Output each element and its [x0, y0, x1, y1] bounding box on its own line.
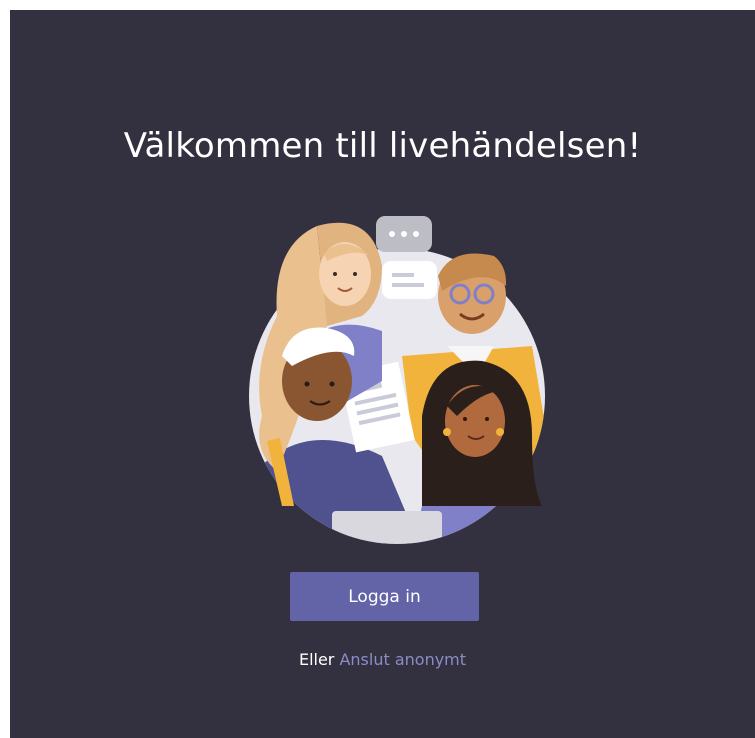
alternative-prefix: Eller	[298, 650, 335, 669]
anonymous-join-line: Eller Anslut anonymt	[10, 650, 755, 669]
page-title: Välkommen till livehändelsen!	[123, 126, 642, 166]
chat-bubble-icon	[376, 216, 432, 252]
welcome-screen: Välkommen till livehändelsen! Logga in E…	[10, 10, 755, 738]
people-group-illustration	[232, 206, 552, 551]
login-button[interactable]: Logga in	[290, 572, 479, 621]
message-bubble-icon	[382, 261, 437, 299]
join-anonymously-link[interactable]: Anslut anonymt	[339, 650, 466, 669]
